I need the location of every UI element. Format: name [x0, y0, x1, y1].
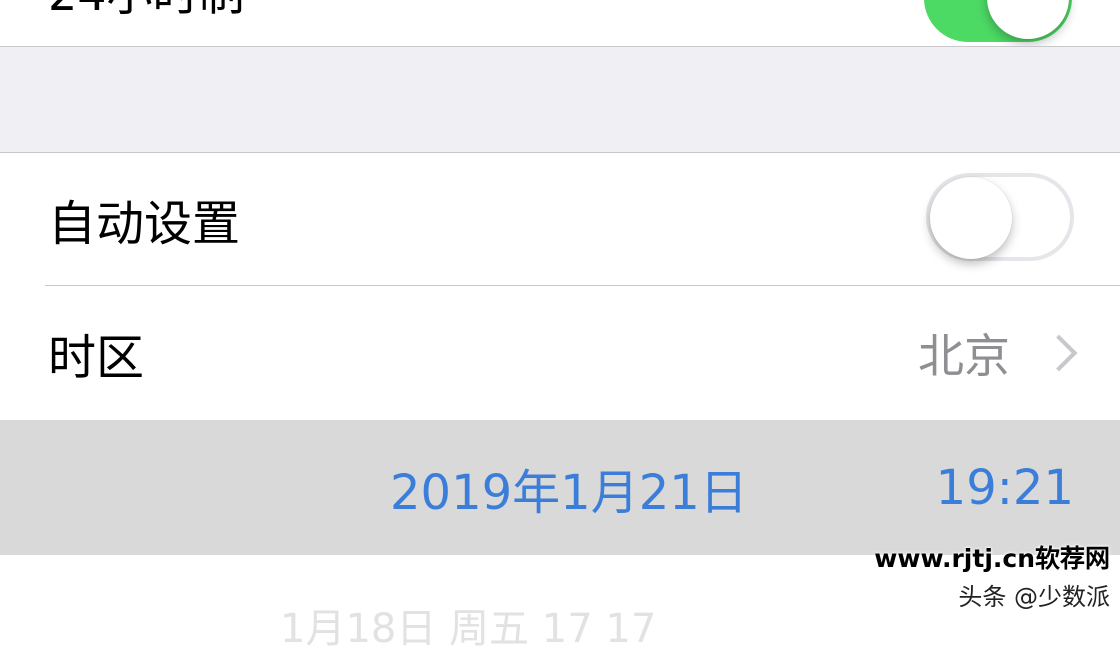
time-value[interactable]: 19:21: [936, 460, 1074, 516]
watermark-byline: 头条 @少数派: [958, 583, 1110, 611]
toggle-knob: [987, 0, 1069, 39]
timezone-value: 北京: [918, 329, 1010, 383]
24-hour-label: 24小时制: [48, 0, 245, 24]
watermark: www.rjtj.cn软荐网 头条 @少数派: [874, 539, 1110, 612]
auto-setting-label: 自动设置: [48, 196, 241, 252]
auto-setting-toggle[interactable]: [926, 173, 1074, 261]
auto-setting-row: 自动设置: [0, 153, 1120, 285]
24-hour-toggle[interactable]: [924, 0, 1072, 42]
date-picker-wheel[interactable]: 1月18日 周五 17 17: [280, 596, 656, 654]
24-hour-row: 24小时制: [0, 0, 1120, 47]
date-value[interactable]: 2019年1月21日: [390, 453, 748, 523]
group-separator: [0, 47, 1120, 153]
chevron-right-icon: [1040, 334, 1078, 372]
timezone-label: 时区: [48, 330, 145, 386]
timezone-row[interactable]: 时区 北京: [0, 286, 1120, 420]
toggle-knob: [930, 177, 1012, 259]
date-time-row[interactable]: 2019年1月21日 19:21: [0, 420, 1120, 555]
watermark-site: www.rjtj.cn软荐网: [874, 544, 1110, 573]
